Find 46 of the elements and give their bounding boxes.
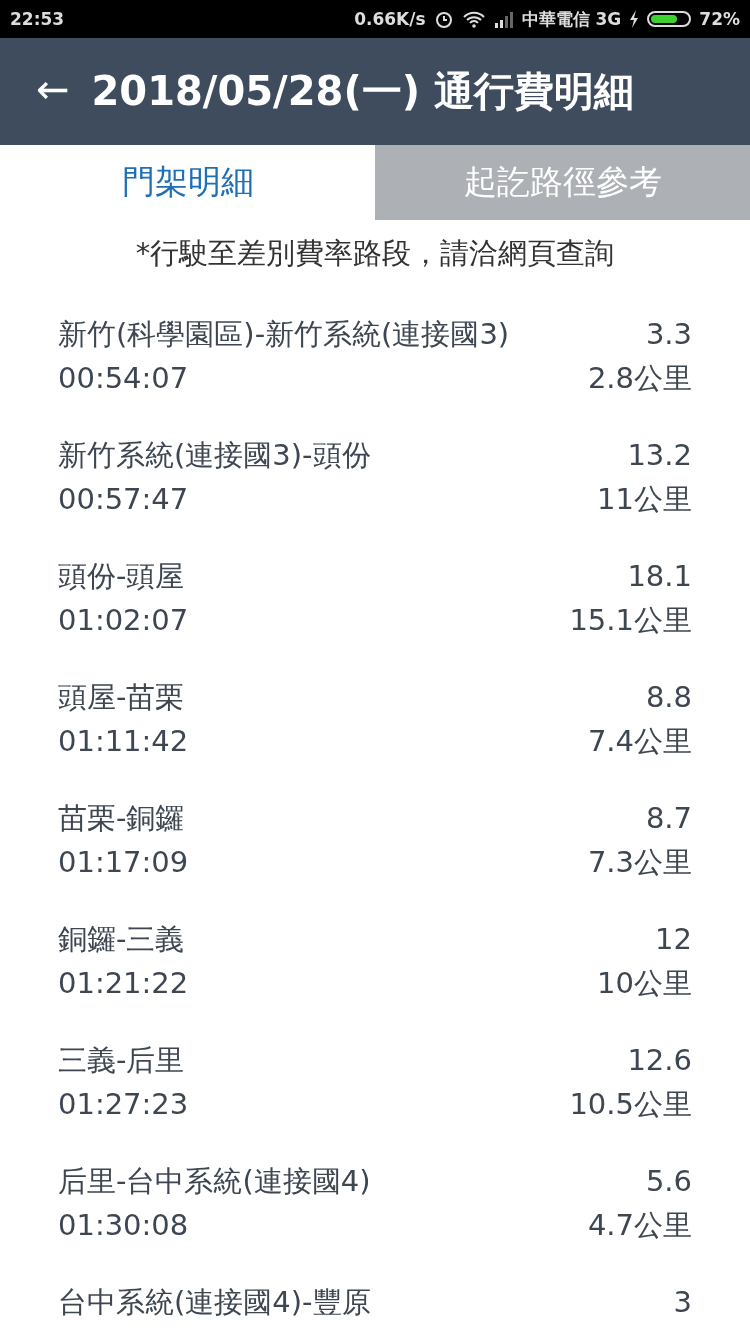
- distance: 15.1公里: [569, 602, 692, 639]
- toll-fee: 8.7: [645, 800, 692, 837]
- distance: 4.7公里: [587, 1207, 692, 1244]
- battery-icon: [647, 11, 692, 27]
- back-button[interactable]: ←: [0, 65, 92, 118]
- pass-time: 01:21:22: [58, 965, 189, 1002]
- toll-fee: 13.2: [627, 437, 692, 474]
- page-title: 2018/05/28(一) 通行費明細: [91, 67, 634, 116]
- pass-time: 01:30:08: [58, 1207, 189, 1244]
- distance: 10公里: [597, 965, 692, 1002]
- pass-time: 00:57:47: [58, 481, 189, 518]
- distance: 7.4公里: [587, 723, 692, 760]
- notice-text: *行駛至差別費率路段，請洽網頁查詢: [134, 235, 616, 272]
- toll-fee: 8.8: [645, 679, 692, 716]
- segment-name: 頭份-頭屋: [58, 558, 185, 595]
- segment-name: 台中系統(連接國4)-豐原: [58, 1284, 371, 1321]
- toll-fee: 5.6: [645, 1163, 692, 1200]
- alarm-icon: [433, 9, 454, 29]
- distance: 11公里: [597, 481, 692, 518]
- pass-time: 01:11:42: [58, 723, 189, 760]
- distance: 10.5公里: [569, 1086, 692, 1123]
- segment-name: 苗栗-銅鑼: [58, 800, 185, 837]
- network-speed: 0.66K/s: [354, 9, 426, 29]
- pass-time: 01:17:09: [58, 844, 189, 881]
- toll-fee: 12.6: [627, 1042, 692, 1079]
- pass-time: 00:54:07: [58, 360, 189, 397]
- toll-fee: 12: [655, 921, 692, 958]
- distance: 2.8公里: [587, 360, 692, 397]
- status-time: 22:53: [10, 9, 65, 29]
- pass-time: 01:02:07: [58, 602, 189, 639]
- toll-fee: 3.3: [645, 316, 692, 353]
- distance: 7.3公里: [587, 844, 692, 881]
- charging-icon: [629, 9, 640, 29]
- segment-name: 新竹(科學園區)-新竹系統(連接國3): [58, 316, 510, 353]
- carrier-name: 中華電信 3G: [521, 7, 622, 31]
- segment-name: 后里-台中系統(連接國4): [58, 1163, 371, 1200]
- segment-name: 頭屋-苗栗: [58, 679, 185, 716]
- toll-fee: 3: [673, 1284, 692, 1321]
- toll-fee: 18.1: [627, 558, 692, 595]
- battery-percent: 72%: [699, 9, 740, 29]
- segment-name: 銅鑼-三義: [58, 921, 185, 958]
- pass-time: 01:27:23: [58, 1086, 189, 1123]
- wifi-icon: [461, 9, 486, 29]
- signal-icon: [493, 10, 514, 28]
- segment-name: 新竹系統(連接國3)-頭份: [58, 437, 371, 474]
- segment-name: 三義-后里: [58, 1042, 185, 1079]
